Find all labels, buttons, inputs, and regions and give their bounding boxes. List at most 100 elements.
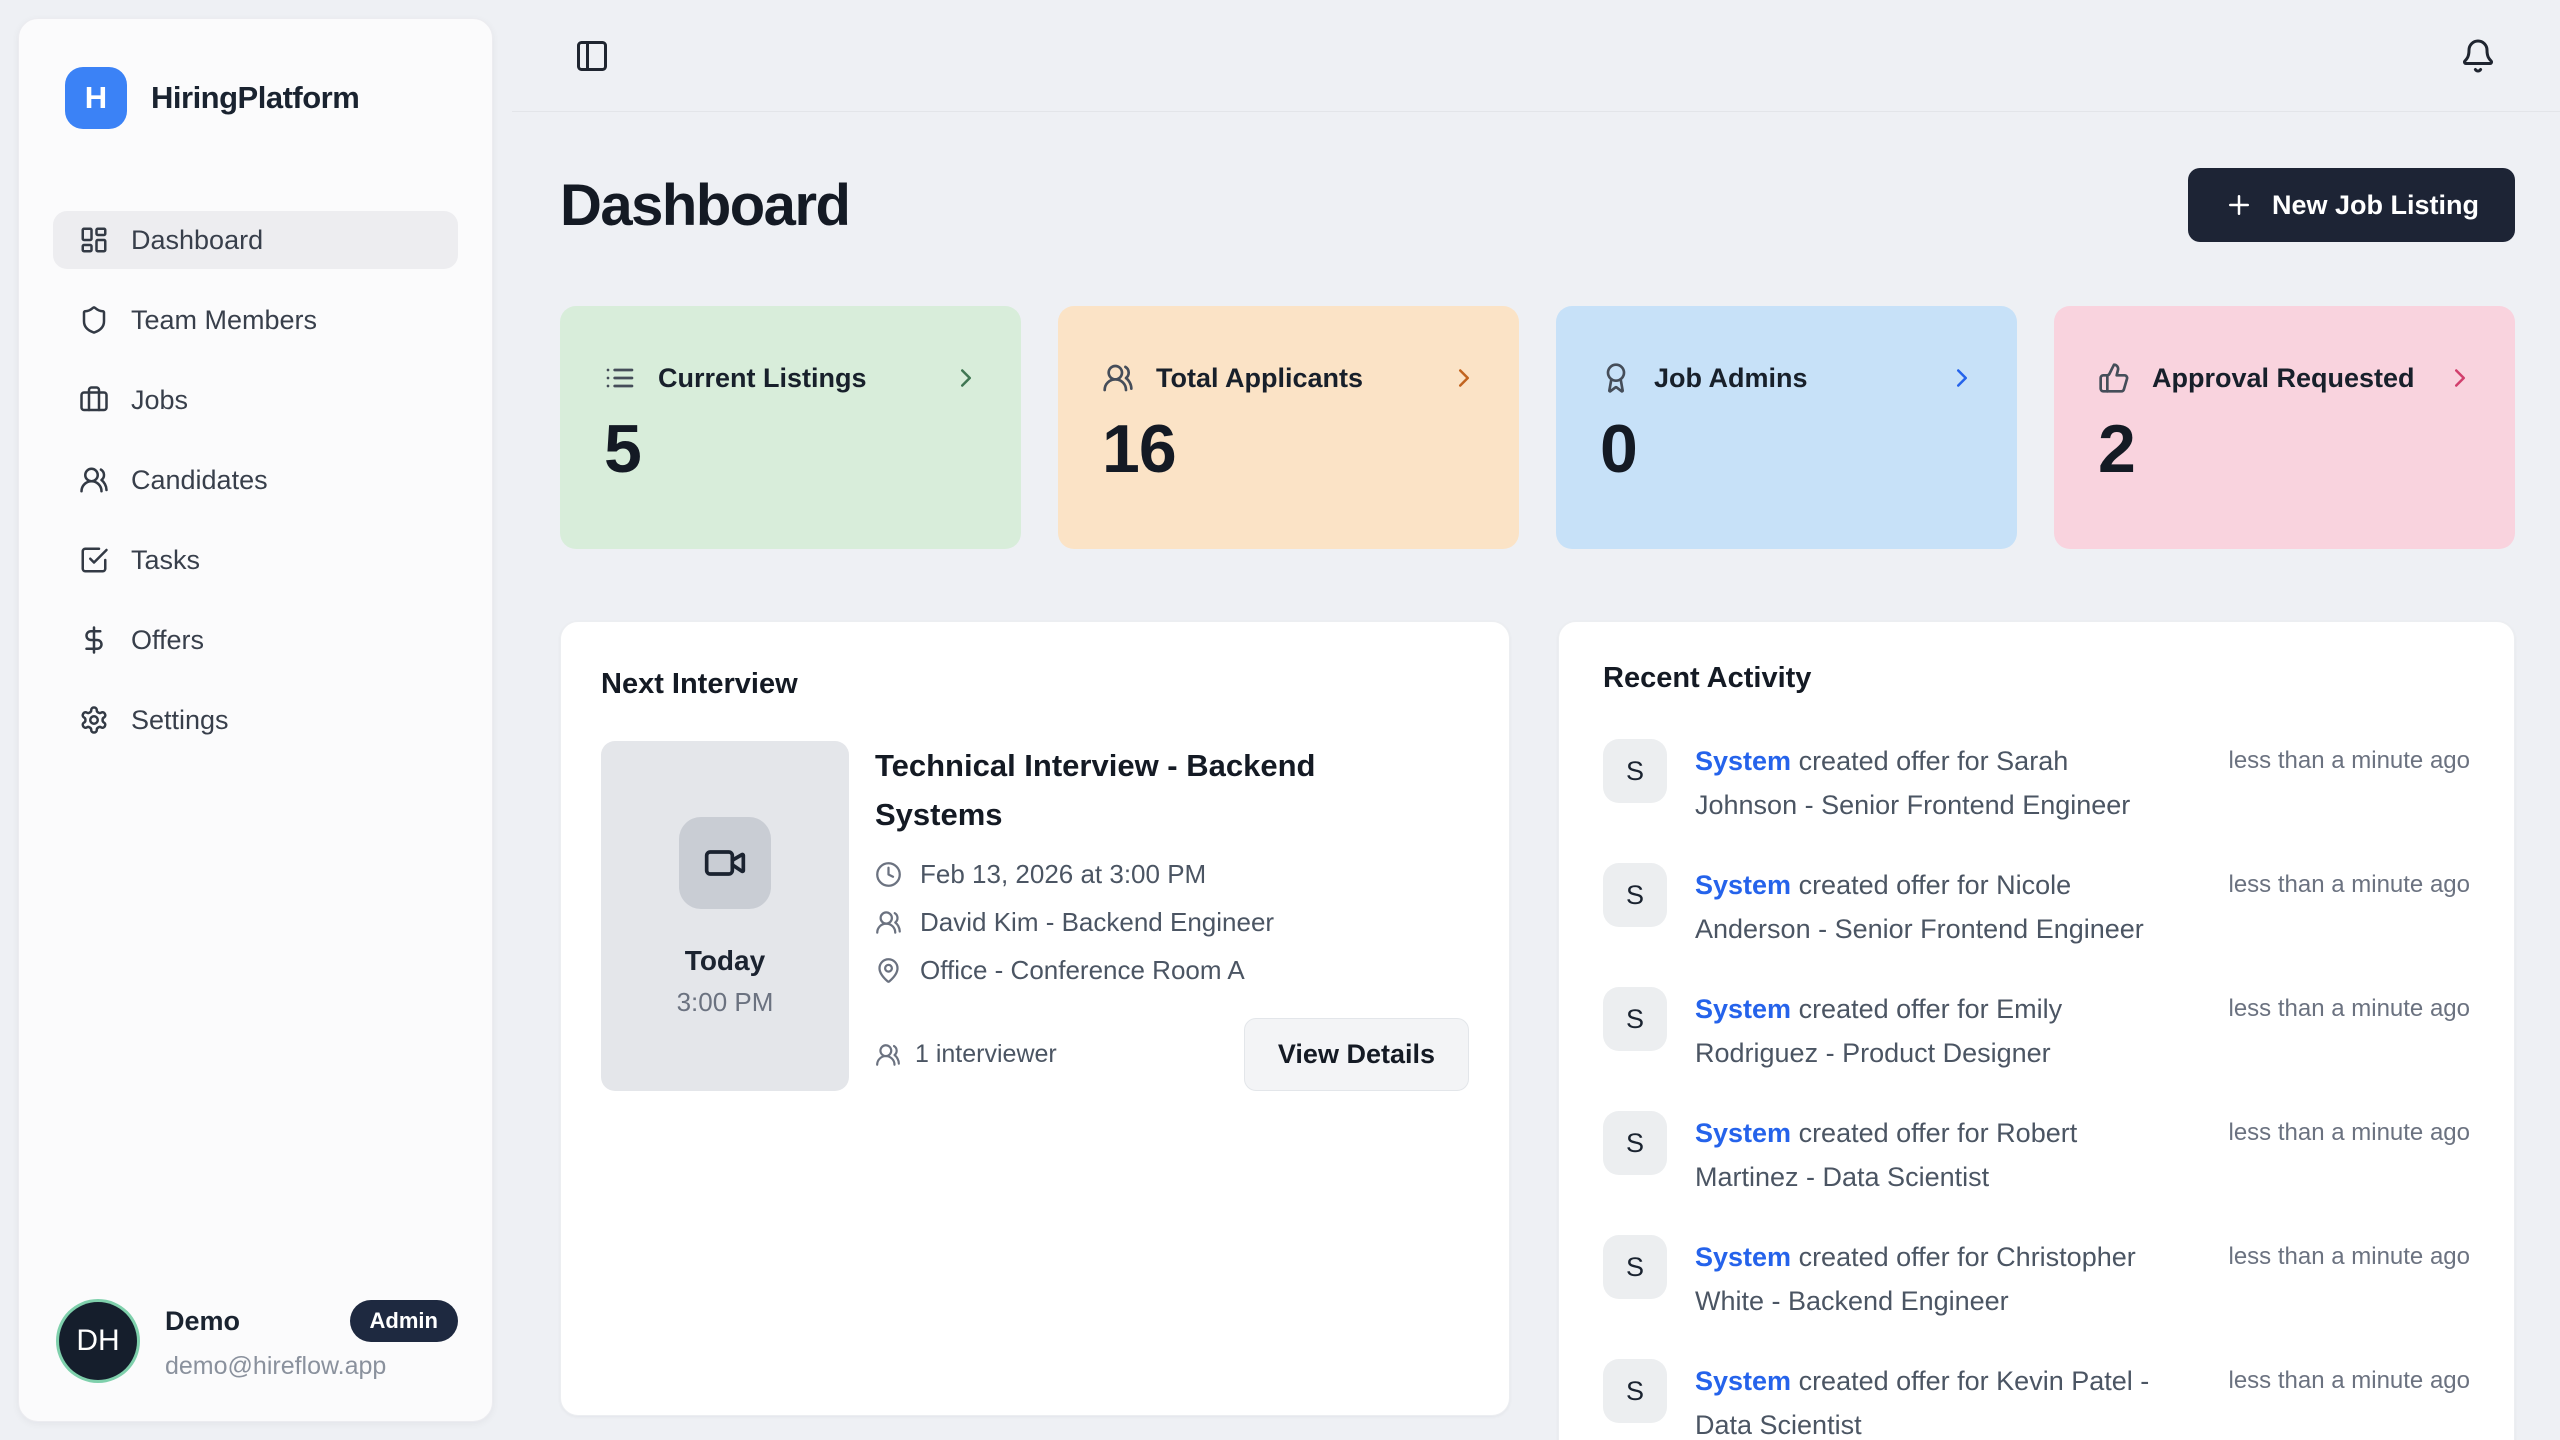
sidebar-item-tasks[interactable]: Tasks (53, 531, 458, 589)
interview-date-tile: Today 3:00 PM (601, 741, 849, 1091)
users-icon (79, 465, 109, 495)
briefcase-icon (79, 385, 109, 415)
app-logo: H (65, 67, 127, 129)
activity-timestamp: less than a minute ago (2200, 1359, 2470, 1440)
map-pin-icon (875, 957, 902, 984)
role-badge: Admin (350, 1300, 458, 1342)
activity-actor: System (1695, 1118, 1791, 1148)
interview-time-label: 3:00 PM (677, 987, 774, 1018)
layout-dashboard-icon (79, 225, 109, 255)
sidebar-toggle-icon[interactable] (574, 38, 610, 74)
activity-text: System created offer for Kevin Patel - D… (1695, 1359, 2172, 1440)
sidebar-nav: Dashboard Team Members Jobs Candidates T… (53, 211, 458, 749)
interview-location-row: Office - Conference Room A (875, 955, 1469, 986)
activity-timestamp: less than a minute ago (2200, 987, 2470, 1075)
sidebar-item-dashboard[interactable]: Dashboard (53, 211, 458, 269)
users-icon (875, 1042, 901, 1068)
topbar (512, 0, 2560, 112)
activity-actor: System (1695, 994, 1791, 1024)
user-info: Demo Admin demo@hireflow.app (165, 1300, 458, 1381)
interview-datetime-row: Feb 13, 2026 at 3:00 PM (875, 859, 1469, 890)
sidebar-item-label: Team Members (131, 305, 317, 336)
interviewer-count-label: 1 interviewer (915, 1040, 1057, 1069)
activity-item: S System created offer for Robert Martin… (1603, 1111, 2470, 1199)
activity-item: S System created offer for Emily Rodrigu… (1603, 987, 2470, 1075)
activity-list: S System created offer for Sarah Johnson… (1603, 739, 2470, 1440)
activity-actor: System (1695, 870, 1791, 900)
interview-datetime: Feb 13, 2026 at 3:00 PM (920, 859, 1206, 890)
interview-candidate-row: David Kim - Backend Engineer (875, 907, 1469, 938)
activity-item: S System created offer for Kevin Patel -… (1603, 1359, 2470, 1440)
activity-timestamp: less than a minute ago (2200, 739, 2470, 827)
app-logo-row: H HiringPlatform (53, 67, 458, 129)
sidebar-item-settings[interactable]: Settings (53, 691, 458, 749)
sidebar-item-team-members[interactable]: Team Members (53, 291, 458, 349)
stat-label: Approval Requested (2152, 363, 2415, 394)
activity-actor: System (1695, 746, 1791, 776)
stat-card-current-listings[interactable]: Current Listings 5 (560, 306, 1021, 549)
stat-card-total-applicants[interactable]: Total Applicants 16 (1058, 306, 1519, 549)
chevron-right-icon (1449, 363, 1479, 393)
activity-item: S System created offer for Christopher W… (1603, 1235, 2470, 1323)
interview-candidate: David Kim - Backend Engineer (920, 907, 1274, 938)
chevron-right-icon (1947, 363, 1977, 393)
next-interview-title: Next Interview (601, 668, 1469, 701)
users-icon (875, 909, 902, 936)
sidebar-user[interactable]: DH Demo Admin demo@hireflow.app (53, 1300, 458, 1381)
stat-card-approval-requested[interactable]: Approval Requested 2 (2054, 306, 2515, 549)
sidebar-item-label: Jobs (131, 385, 188, 416)
sidebar: H HiringPlatform Dashboard Team Members … (18, 18, 493, 1422)
shield-icon (79, 305, 109, 335)
list-icon (604, 362, 636, 394)
view-details-button[interactable]: View Details (1244, 1018, 1469, 1091)
app-logo-letter: H (85, 80, 107, 116)
stat-label: Current Listings (658, 363, 867, 394)
interview-title: Technical Interview - Backend Systems (875, 741, 1355, 839)
video-camera-icon (679, 817, 771, 909)
stat-label: Total Applicants (1156, 363, 1363, 394)
sidebar-item-offers[interactable]: Offers (53, 611, 458, 669)
avatar: DH (59, 1302, 137, 1380)
new-job-listing-button[interactable]: New Job Listing (2188, 168, 2515, 242)
sidebar-item-label: Candidates (131, 465, 268, 496)
page-title: Dashboard (560, 172, 849, 239)
activity-avatar: S (1603, 1359, 1667, 1423)
chevron-right-icon (951, 363, 981, 393)
chevron-right-icon (2445, 363, 2475, 393)
sidebar-item-label: Offers (131, 625, 204, 656)
activity-text: System created offer for Robert Martinez… (1695, 1111, 2172, 1199)
activity-avatar: S (1603, 1111, 1667, 1175)
interviewer-count: 1 interviewer (875, 1040, 1057, 1069)
gear-icon (79, 705, 109, 735)
activity-timestamp: less than a minute ago (2200, 863, 2470, 951)
activity-avatar: S (1603, 987, 1667, 1051)
user-name: Demo (165, 1306, 240, 1337)
main-area: Dashboard New Job Listing Current Listin… (512, 0, 2560, 1440)
activity-text: System created offer for Christopher Whi… (1695, 1235, 2172, 1323)
activity-timestamp: less than a minute ago (2200, 1111, 2470, 1199)
app-name: HiringPlatform (151, 80, 359, 116)
activity-text: System created offer for Emily Rodriguez… (1695, 987, 2172, 1075)
activity-actor: System (1695, 1366, 1791, 1396)
sidebar-item-label: Tasks (131, 545, 200, 576)
activity-text: System created offer for Sarah Johnson -… (1695, 739, 2172, 827)
sidebar-item-label: Dashboard (131, 225, 263, 256)
stats-row: Current Listings 5 Total Applicants 16 J… (560, 306, 2515, 549)
stat-card-job-admins[interactable]: Job Admins 0 (1556, 306, 2017, 549)
stat-value: 16 (1102, 410, 1479, 488)
activity-actor: System (1695, 1242, 1791, 1272)
users-icon (1102, 362, 1134, 394)
user-email: demo@hireflow.app (165, 1352, 458, 1381)
bell-icon[interactable] (2460, 38, 2496, 74)
sidebar-item-jobs[interactable]: Jobs (53, 371, 458, 429)
activity-item: S System created offer for Sarah Johnson… (1603, 739, 2470, 827)
activity-item: S System created offer for Nicole Anders… (1603, 863, 2470, 951)
activity-avatar: S (1603, 1235, 1667, 1299)
sidebar-item-candidates[interactable]: Candidates (53, 451, 458, 509)
dollar-icon (79, 625, 109, 655)
award-icon (1600, 362, 1632, 394)
stat-value: 2 (2098, 410, 2475, 488)
stat-value: 0 (1600, 410, 1977, 488)
recent-activity-panel: Recent Activity S System created offer f… (1558, 621, 2515, 1440)
dashboard-content: Dashboard New Job Listing Current Listin… (512, 112, 2560, 1440)
